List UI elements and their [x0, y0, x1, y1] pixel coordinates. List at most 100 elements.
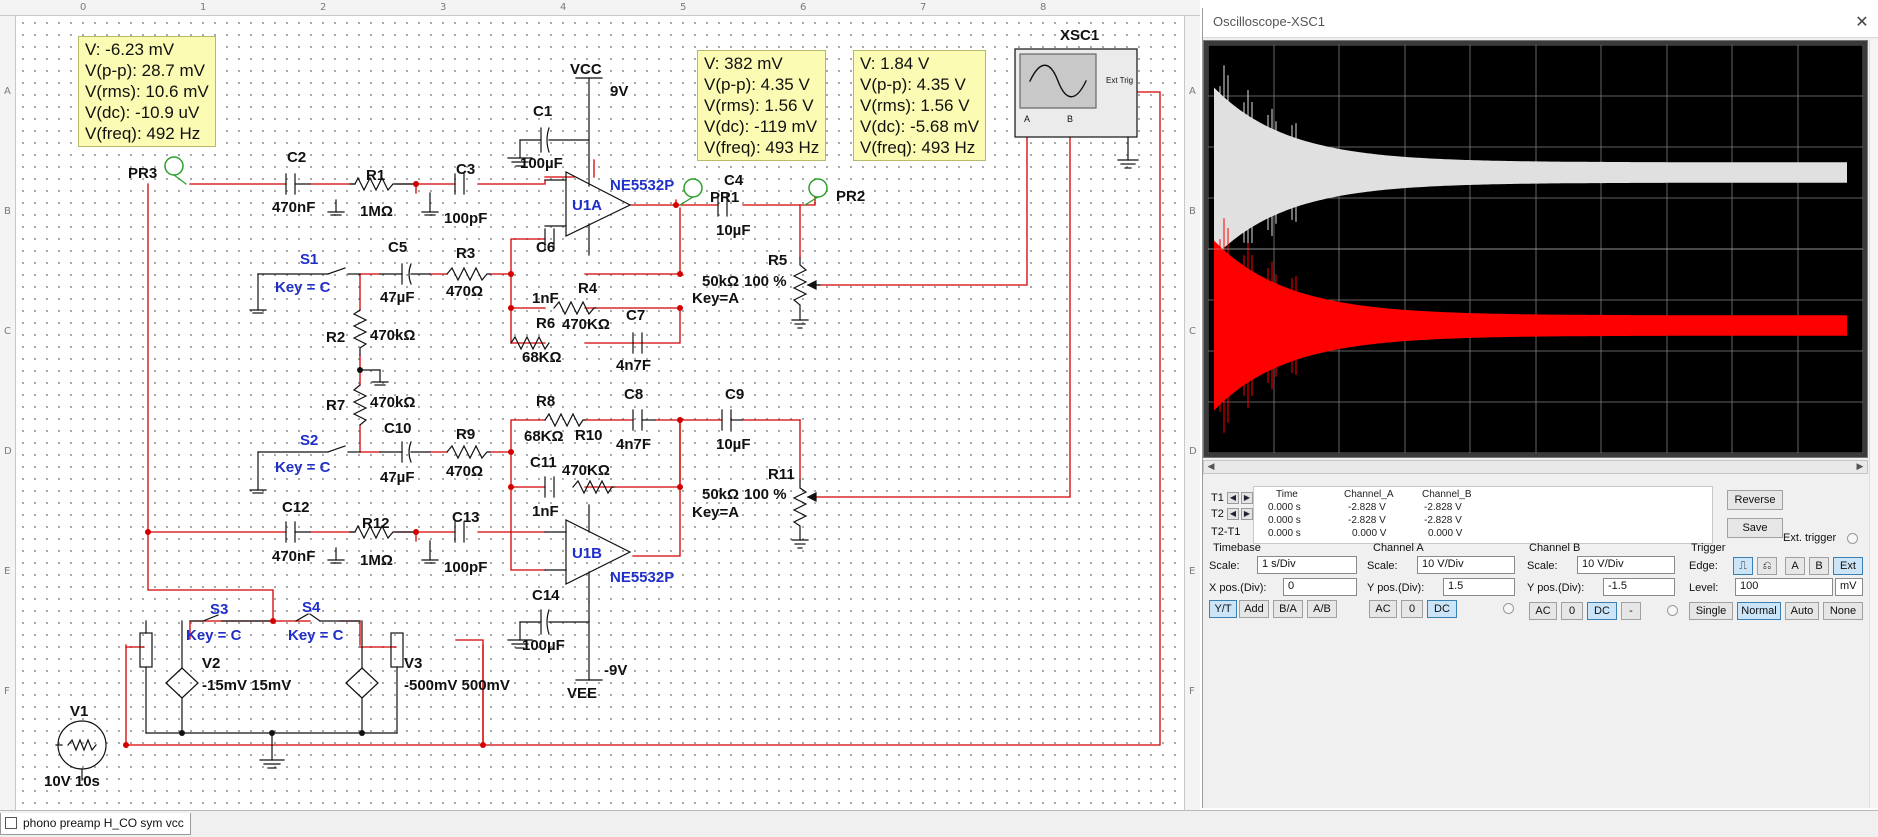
channel-b-radio[interactable] — [1667, 605, 1678, 616]
probe-line: V(rms): 10.6 mV — [85, 82, 209, 101]
r11-label: R11 — [768, 466, 795, 483]
timebase-scale-label: Scale: — [1209, 560, 1240, 572]
r8-value: 68KΩ — [524, 428, 564, 445]
t2-label: T2 — [1211, 508, 1224, 520]
vertical-scrollbar[interactable] — [1869, 40, 1878, 808]
r3-label: R3 — [456, 245, 475, 262]
trigger-none-button[interactable]: None — [1823, 602, 1863, 620]
reverse-button[interactable]: Reverse — [1727, 490, 1783, 510]
cell-time: 0.000 s — [1268, 515, 1301, 526]
mode-add-button[interactable]: Add — [1239, 600, 1269, 618]
channel-a-zero-button[interactable]: 0 — [1401, 600, 1423, 618]
trigger-b-button[interactable]: B — [1809, 557, 1829, 575]
c5-label: C5 — [388, 239, 407, 256]
vcc-value: 9V — [610, 83, 628, 100]
x-pos-input[interactable]: 0 — [1283, 578, 1357, 596]
t1-left-icon[interactable]: ◀ — [1227, 492, 1239, 504]
scroll-left-icon[interactable]: ◀ — [1204, 461, 1218, 473]
t2-left-icon[interactable]: ◀ — [1227, 508, 1239, 520]
probe-line: V(p-p): 4.35 V — [704, 75, 810, 94]
pr2-label: PR2 — [836, 188, 865, 205]
c1-value: 100µF — [520, 155, 563, 172]
channel-a-ypos-input[interactable]: 1.5 — [1443, 578, 1515, 596]
trigger-level-unit[interactable]: mV — [1835, 578, 1863, 596]
channel-b-scale-input[interactable]: 10 V/Div — [1577, 556, 1675, 574]
oscilloscope-display[interactable] — [1208, 45, 1863, 453]
probe-readout-pr3[interactable]: V: -6.23 mV V(p-p): 28.7 mV V(rms): 10.6… — [78, 36, 216, 147]
close-icon[interactable]: ✕ — [1851, 12, 1873, 32]
r10-label: R10 — [575, 427, 603, 444]
t2-right-icon[interactable]: ▶ — [1241, 508, 1253, 520]
channel-a-ypos-label: Y pos.(Div): — [1367, 582, 1425, 594]
c11-label: C11 — [530, 454, 557, 471]
probe-line: V(p-p): 4.35 V — [860, 75, 966, 94]
channel-b-invert-button[interactable]: - — [1621, 602, 1641, 620]
trigger-a-button[interactable]: A — [1785, 557, 1805, 575]
c9-value: 10µF — [716, 436, 751, 453]
channel-a-dc-button[interactable]: DC — [1427, 600, 1457, 618]
c13-label: C13 — [452, 509, 480, 526]
c12-label: C12 — [282, 499, 310, 516]
r11-key: Key=A — [692, 504, 739, 521]
cell-channel-a: 0.000 V — [1352, 528, 1387, 539]
trigger-normal-button[interactable]: Normal — [1737, 602, 1781, 620]
scroll-right-icon[interactable]: ▶ — [1853, 461, 1867, 473]
s1-label: S1 — [300, 251, 318, 268]
channel-a-scale-input[interactable]: 10 V/Div — [1417, 556, 1515, 574]
timebase-scale-input[interactable]: 1 s/Div — [1257, 556, 1357, 574]
ext-trigger-radio[interactable] — [1847, 533, 1858, 544]
mode-yt-button[interactable]: Y/T — [1209, 600, 1237, 618]
s2-label: S2 — [300, 432, 318, 449]
c7-value: 4n7F — [616, 357, 651, 374]
mode-ba-button[interactable]: B/A — [1273, 600, 1303, 618]
mode-ab-button[interactable]: A/B — [1307, 600, 1337, 618]
probe-readout-pr2[interactable]: V: 1.84 V V(p-p): 4.35 V V(rms): 1.56 V … — [853, 50, 987, 161]
s3-label: S3 — [210, 601, 228, 618]
rising-edge-icon[interactable]: ⎍ — [1733, 557, 1753, 575]
channel-b-zero-button[interactable]: 0 — [1561, 602, 1583, 620]
falling-edge-icon[interactable]: ⎌ — [1757, 557, 1777, 575]
channel-b-ypos-input[interactable]: -1.5 — [1603, 578, 1675, 596]
cell-channel-b: 0.000 V — [1428, 528, 1463, 539]
timebase-title: Timebase — [1213, 542, 1261, 554]
vcc-label: VCC — [570, 61, 602, 78]
probe-readout-pr1[interactable]: V: 382 mV V(p-p): 4.35 V V(rms): 1.56 V … — [697, 50, 827, 161]
oscilloscope-screen[interactable] — [1203, 40, 1868, 458]
c1-label: C1 — [533, 103, 552, 120]
c10-label: C10 — [384, 420, 412, 437]
r9-value: 470Ω — [446, 463, 483, 480]
r12-value: 1MΩ — [360, 552, 393, 569]
app-window: 0 1 2 3 4 5 6 7 8 A B C D E F A B C D E … — [0, 0, 1878, 837]
trigger-ext-button[interactable]: Ext — [1833, 557, 1863, 575]
channel-b-dc-button[interactable]: DC — [1587, 602, 1617, 620]
t1-right-icon[interactable]: ▶ — [1241, 492, 1253, 504]
cursor-table: Time Channel_A Channel_B 0.000 s -2.828 … — [1253, 486, 1713, 544]
document-tab[interactable]: phono preamp H_CO sym vcc — [0, 813, 191, 835]
trigger-level-input[interactable]: 100 — [1735, 578, 1833, 596]
pin-b-label: B — [1067, 114, 1073, 124]
r5-label: R5 — [768, 252, 787, 269]
oscilloscope-window[interactable]: Oscilloscope-XSC1 ✕ ◀ ▶ T1 ◀ ▶ T2 ◀ ▶ T2… — [1202, 8, 1878, 808]
x-pos-label: X pos.(Div): — [1209, 582, 1267, 594]
document-tabbar: phono preamp H_CO sym vcc — [0, 810, 1878, 837]
cursor-panel: T1 ◀ ▶ T2 ◀ ▶ T2-T1 Time Channel_A Chann… — [1205, 476, 1868, 546]
trigger-edge-label: Edge: — [1689, 560, 1718, 572]
probe-line: V: -6.23 mV — [85, 40, 175, 59]
channel-a-title: Channel A — [1373, 542, 1424, 554]
u1b-part: NE5532P — [610, 569, 674, 586]
channel-a-ac-button[interactable]: AC — [1369, 600, 1397, 618]
r5-value: 50kΩ — [702, 273, 739, 290]
trigger-single-button[interactable]: Single — [1689, 602, 1733, 620]
r4-label: R4 — [578, 280, 598, 297]
r1-label: R1 — [366, 167, 385, 184]
r8-label: R8 — [536, 393, 555, 410]
c6-value: 1nF — [532, 290, 559, 307]
channel-b-ac-button[interactable]: AC — [1529, 602, 1557, 620]
r1-value: 1MΩ — [360, 203, 393, 220]
oscilloscope-titlebar[interactable]: Oscilloscope-XSC1 ✕ — [1203, 8, 1878, 38]
horizontal-scrollbar[interactable]: ◀ ▶ — [1203, 460, 1868, 474]
trigger-auto-button[interactable]: Auto — [1785, 602, 1819, 620]
channel-a-radio[interactable] — [1503, 603, 1514, 614]
save-button[interactable]: Save — [1727, 518, 1783, 538]
schematic-workspace[interactable]: 0 1 2 3 4 5 6 7 8 A B C D E F A B C D E … — [0, 0, 1200, 810]
